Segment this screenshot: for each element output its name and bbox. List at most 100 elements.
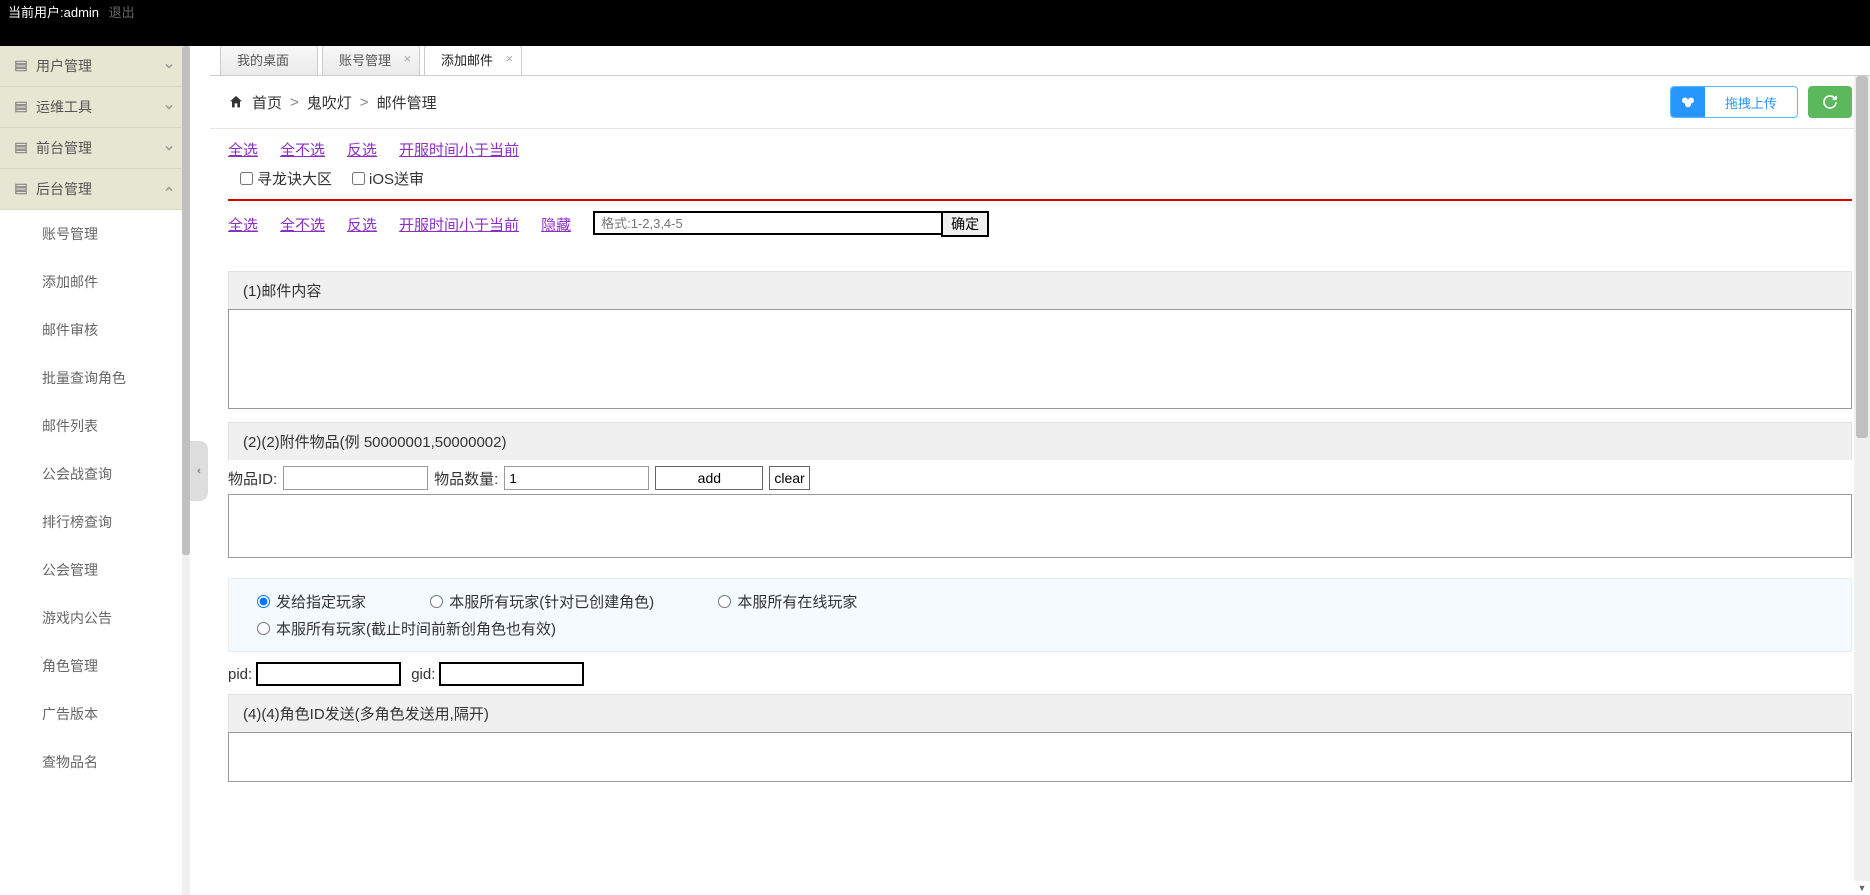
close-icon[interactable]: × [505,51,513,66]
select-all-link[interactable]: 全选 [228,139,258,160]
select-opentime-link[interactable]: 开服时间小于当前 [399,139,519,160]
items-display-area [228,494,1852,558]
cloud-icon [1679,93,1697,111]
checkbox-xunlongjue[interactable]: 寻龙诀大区 [240,168,332,189]
sidebar-item-ad-version[interactable]: 广告版本 [0,690,189,738]
checkbox-input[interactable] [352,172,365,185]
nav-group-label: 前台管理 [36,138,163,158]
section-2-header: (2)(2)附件物品(例 50000001,50000002) [228,422,1852,460]
sidebar-item-ingame-notice[interactable]: 游戏内公告 [0,594,189,642]
hide-link[interactable]: 隐藏 [541,214,571,235]
chevron-down-icon [163,60,175,72]
breadcrumb-mid[interactable]: 鬼吹灯 [307,92,352,113]
nav-group-backend[interactable]: 后台管理 [0,169,189,210]
sidebar-item-guildwar-query[interactable]: 公会战查询 [0,450,189,498]
add-button[interactable]: add [655,466,763,490]
section-4-header: (4)(4)角色ID发送(多角色发送用,隔开) [228,694,1852,732]
nav-group-label: 运维工具 [36,97,163,117]
role-ids-textarea[interactable] [228,732,1852,782]
tab-account-mgmt[interactable]: 账号管理 × [322,46,420,75]
checkbox-ios-review[interactable]: iOS送审 [352,168,424,189]
mail-content-textarea[interactable] [228,309,1852,409]
nav-group-ops-tools[interactable]: 运维工具 [0,87,189,128]
sidebar: 用户管理 运维工具 前台管理 后台管理 账号管理 添加邮件 邮件审核 批量查询角… [0,46,190,895]
sidebar-item-batch-role-query[interactable]: 批量查询角色 [0,354,189,402]
layers-icon [14,59,28,73]
radio-all-online[interactable]: 本服所有在线玩家 [718,591,857,612]
nav-sub-backend: 账号管理 添加邮件 邮件审核 批量查询角色 邮件列表 公会战查询 排行榜查询 公… [0,210,189,786]
select-none-link[interactable]: 全不选 [280,139,325,160]
sidebar-item-item-lookup[interactable]: 查物品名 [0,738,189,786]
sidebar-item-account-mgmt[interactable]: 账号管理 [0,210,189,258]
item-qty-input[interactable] [504,466,649,490]
range-filter-input[interactable] [593,211,943,235]
tab-label: 添加邮件 [441,53,493,68]
pid-label: pid: [228,666,252,683]
select-none-link-2[interactable]: 全不选 [280,214,325,235]
breadcrumb-home[interactable]: 首页 [252,92,282,113]
current-user-name: admin [64,5,99,20]
item-id-input[interactable] [283,466,428,490]
sidebar-collapse-handle[interactable] [190,441,208,501]
select-all-link-2[interactable]: 全选 [228,214,258,235]
sidebar-item-rank-query[interactable]: 排行榜查询 [0,498,189,546]
sidebar-item-add-mail[interactable]: 添加邮件 [0,258,189,306]
layers-icon [14,182,28,196]
scroll-down-icon[interactable]: ▼ [1854,881,1870,895]
radio-all-created[interactable]: 本服所有玩家(针对已创建角色) [430,591,654,612]
topbar: 当前用户:admin 退出 [0,0,1870,46]
select-opentime-link-2[interactable]: 开服时间小于当前 [399,214,519,235]
tabbar: 我的桌面 账号管理 × 添加邮件 × [210,46,1870,76]
drag-upload-button[interactable]: 拖拽上传 [1670,86,1798,118]
gid-label: gid: [411,666,435,683]
nav-group-user-mgmt[interactable]: 用户管理 [0,46,189,87]
confirm-button[interactable]: 确定 [941,211,989,237]
sidebar-item-mail-review[interactable]: 邮件审核 [0,306,189,354]
chevron-up-icon [163,183,175,195]
item-id-label: 物品ID: [228,468,277,489]
nav-group-label: 后台管理 [36,179,163,199]
upload-label: 拖拽上传 [1705,93,1797,112]
clear-button[interactable]: clear [769,466,809,490]
radio-all-include-new[interactable]: 本服所有玩家(截止时间前新创角色也有效) [257,618,556,639]
layers-icon [14,141,28,155]
nav-group-label: 用户管理 [36,56,163,76]
sidebar-item-guild-mgmt[interactable]: 公会管理 [0,546,189,594]
refresh-icon [1822,94,1838,110]
select-invert-link-2[interactable]: 反选 [347,214,377,235]
sidebar-item-mail-list[interactable]: 邮件列表 [0,402,189,450]
tab-label: 账号管理 [339,53,391,68]
chevron-down-icon [163,142,175,154]
radio-specific-player[interactable]: 发给指定玩家 [257,591,366,612]
current-user-label: 当前用户: [8,5,64,20]
refresh-button[interactable] [1808,86,1852,118]
logout-link[interactable]: 退出 [109,5,135,20]
content-pane: 首页 > 鬼吹灯 > 邮件管理 拖拽上传 [210,76,1870,895]
tab-add-mail[interactable]: 添加邮件 × [424,46,522,75]
scrollbar-thumb[interactable] [1856,76,1868,438]
sidebar-scrollbar[interactable] [182,46,190,895]
select-invert-link[interactable]: 反选 [347,139,377,160]
breadcrumb-tail: 邮件管理 [377,92,437,113]
chevron-left-icon [195,465,203,477]
selection-links-top: 全选 全不选 反选 开服时间小于当前 [228,133,1852,166]
home-icon [228,94,244,110]
radio-input[interactable] [718,595,731,608]
tab-label: 我的桌面 [237,53,289,68]
nav-group-frontend[interactable]: 前台管理 [0,128,189,169]
close-icon[interactable]: × [403,51,411,66]
checkbox-input[interactable] [240,172,253,185]
sidebar-item-role-mgmt[interactable]: 角色管理 [0,642,189,690]
tab-my-desktop[interactable]: 我的桌面 [220,46,318,75]
pid-input[interactable] [256,662,401,686]
radio-input[interactable] [257,622,270,635]
radio-input[interactable] [430,595,443,608]
chevron-down-icon [163,101,175,113]
separator-icon: > [290,94,299,111]
main-scrollbar[interactable]: ▼ [1854,76,1870,881]
radio-input[interactable] [257,595,270,608]
layers-icon [14,100,28,114]
section-1-header: (1)邮件内容 [228,271,1852,309]
scrollbar-thumb[interactable] [182,46,190,555]
gid-input[interactable] [439,662,584,686]
